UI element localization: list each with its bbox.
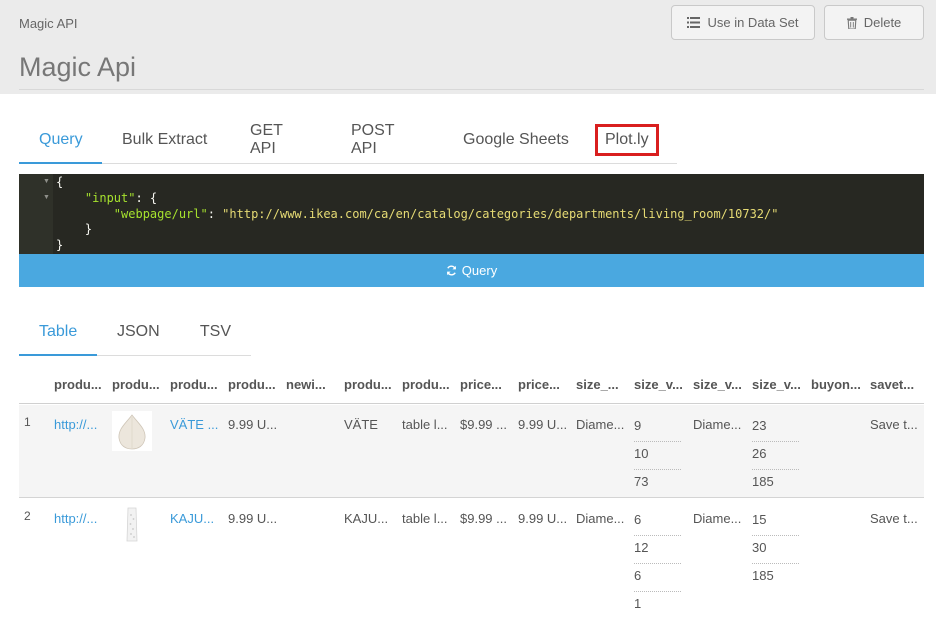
tab-google-sheets[interactable]: Google Sheets — [443, 117, 590, 163]
column-header[interactable]: size_v... — [752, 377, 801, 392]
json-editor[interactable]: ▼ ▼ { "input": { "webpage/url": "http://… — [19, 174, 924, 254]
column-header[interactable]: produ... — [344, 377, 392, 392]
size-value: 6 — [634, 564, 681, 592]
column-header[interactable]: savet... — [870, 377, 914, 392]
breadcrumb[interactable]: Magic API — [19, 16, 78, 31]
size-label: Diame... — [576, 417, 625, 432]
table-row: 1 http://... VÄTE ... 9.99 U... VÄTE tab… — [19, 405, 924, 498]
api-tabs: Query Bulk Extract GET API POST API Goog… — [19, 117, 677, 164]
product-image — [112, 411, 152, 451]
size-value: 15 — [752, 508, 799, 536]
product-price-text: 9.99 U... — [228, 511, 278, 526]
tab-plotly[interactable]: Plot.ly — [590, 117, 677, 163]
product-price-text: 9.99 U... — [228, 417, 278, 432]
delete-button[interactable]: Delete — [824, 5, 924, 40]
product-name: VÄTE — [344, 417, 378, 432]
editor-code[interactable]: { "input": { "webpage/url": "http://www.… — [56, 175, 778, 254]
column-header[interactable]: produ... — [54, 377, 102, 392]
delete-label: Delete — [863, 15, 902, 30]
list-icon — [687, 17, 701, 28]
product-type: table l... — [402, 511, 448, 526]
header-divider — [19, 89, 924, 90]
refresh-icon — [446, 265, 456, 276]
fold-arrow-icon[interactable]: ▼ — [43, 178, 50, 185]
trash-icon — [846, 16, 857, 29]
product-url-link[interactable]: http://... — [54, 417, 97, 432]
size-value: 26 — [752, 442, 799, 470]
column-header[interactable]: price... — [460, 377, 502, 392]
run-query-button[interactable]: Query — [19, 254, 924, 287]
tab-table[interactable]: Table — [19, 309, 97, 356]
row-index: 1 — [24, 415, 31, 429]
tab-bulk-extract[interactable]: Bulk Extract — [102, 117, 230, 163]
product-name-link[interactable]: KAJU... — [170, 511, 214, 526]
size-value: 6 — [634, 508, 681, 536]
tab-get-api[interactable]: GET API — [230, 117, 331, 163]
price-value: 9.99 U... — [518, 511, 568, 526]
editor-gutter: ▼ ▼ — [19, 174, 53, 254]
price-value: 9.99 U... — [518, 417, 568, 432]
size-value: 185 — [752, 568, 774, 583]
save-text: Save t... — [870, 417, 918, 432]
size-value: 10 — [634, 442, 681, 470]
size-value: 12 — [634, 536, 681, 564]
size-value: 1 — [634, 596, 642, 611]
size-label: Diame... — [576, 511, 625, 526]
table-row: 2 http://... KAJU... 9.99 U... KAJU... t… — [19, 499, 924, 611]
row-index: 2 — [24, 509, 31, 523]
column-header[interactable]: newi... — [286, 377, 326, 392]
column-header[interactable]: produ... — [228, 377, 276, 392]
column-header[interactable]: produ... — [112, 377, 160, 392]
tab-post-api[interactable]: POST API — [331, 117, 443, 163]
column-header[interactable]: price... — [518, 377, 560, 392]
tab-tsv[interactable]: TSV — [180, 309, 251, 355]
product-name-link[interactable]: VÄTE ... — [170, 417, 218, 432]
price: $9.99 ... — [460, 417, 507, 432]
column-header[interactable]: size_... — [576, 377, 619, 392]
save-text: Save t... — [870, 511, 918, 526]
run-query-label: Query — [461, 263, 498, 278]
use-in-data-set-label: Use in Data Set — [707, 15, 799, 30]
fold-arrow-icon[interactable]: ▼ — [43, 194, 50, 201]
size-label: Diame... — [693, 511, 742, 526]
product-name: KAJU... — [344, 511, 389, 526]
column-header[interactable]: produ... — [402, 377, 450, 392]
tab-json[interactable]: JSON — [97, 309, 180, 355]
column-header[interactable]: size_v... — [634, 377, 683, 392]
size-value: 9 — [634, 414, 681, 442]
column-header[interactable]: buyon... — [811, 377, 861, 392]
price: $9.99 ... — [460, 511, 507, 526]
page-header: Magic API Magic Api Use in Data Set Dele… — [0, 0, 936, 94]
product-url-link[interactable]: http://... — [54, 511, 97, 526]
use-in-data-set-button[interactable]: Use in Data Set — [671, 5, 815, 40]
table-header: produ... produ... produ... produ... newi… — [19, 372, 924, 404]
size-label: Diame... — [693, 417, 742, 432]
product-type: table l... — [402, 417, 448, 432]
size-value: 30 — [752, 536, 799, 564]
product-image — [112, 505, 152, 545]
size-value: 23 — [752, 414, 799, 442]
tab-query[interactable]: Query — [19, 117, 102, 164]
page-title: Magic Api — [19, 52, 137, 82]
size-value: 185 — [752, 474, 774, 489]
result-tabs: Table JSON TSV — [19, 309, 251, 356]
column-header[interactable]: size_v... — [693, 377, 742, 392]
column-header[interactable]: produ... — [170, 377, 218, 392]
size-value: 73 — [634, 474, 649, 489]
